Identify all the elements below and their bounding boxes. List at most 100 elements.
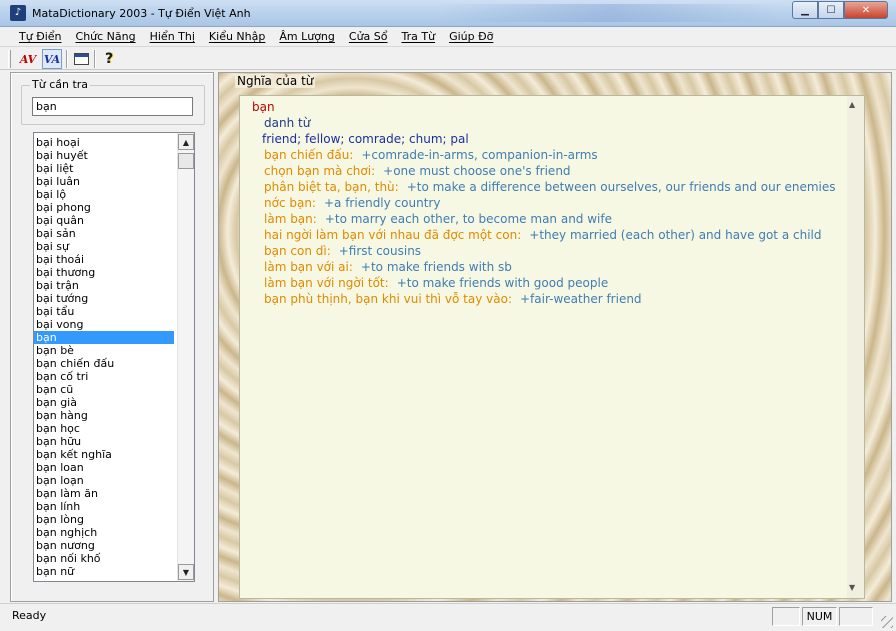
word-list-scrollbar[interactable]: ▲ ▼ [177,133,194,581]
list-item[interactable]: bại sản [34,227,174,240]
list-item[interactable]: bạn cũ [34,383,174,396]
list-item[interactable]: bạn già [34,396,174,409]
example-vietnamese: nớc bạn: [264,196,316,210]
list-item[interactable]: bạn học [34,422,174,435]
part-of-speech: danh từ [264,116,311,130]
list-item[interactable]: bại huyết [34,149,174,162]
minimize-button[interactable]: ▁ [792,1,818,19]
list-item[interactable]: bại phong [34,201,174,214]
viet-anh-button[interactable]: VA [42,49,62,69]
list-item[interactable]: bại sự [34,240,174,253]
arrow-up-icon[interactable]: ▲ [849,100,855,109]
list-item[interactable]: bại tướng [34,292,174,305]
list-item[interactable]: bại thoái [34,253,174,266]
example-english: +to make friends with sb [360,260,512,274]
menu-tra-tu[interactable]: Tra Từ [395,30,443,43]
scroll-down-button[interactable]: ▼ [178,564,194,580]
title-bar[interactable]: ♪ MataDictionary 2003 - Tự Điển Việt Anh… [0,0,896,27]
search-legend: Từ cần tra [30,78,91,91]
list-item[interactable]: bại luân [34,175,174,188]
example-english: +fair-weather friend [520,292,642,306]
resize-grip[interactable] [881,616,893,628]
list-item[interactable]: bại lộ [34,188,174,201]
list-item[interactable]: bạn lòng [34,513,174,526]
menu-hien-thi[interactable]: Hiển Thị [143,30,202,43]
toolbar: AV VA ? [0,46,896,70]
list-item[interactable]: bạn hữu [34,435,174,448]
list-item[interactable]: bại hoại [34,136,174,149]
app-icon[interactable]: ♪ [10,5,26,21]
list-item[interactable]: bạn cố tri [34,370,174,383]
list-item[interactable]: bạn hàng [34,409,174,422]
lookup-panel: Từ cần tra bại hoạibại huyếtbại liệtbại … [10,72,214,602]
list-item[interactable]: bại quân [34,214,174,227]
headword: bạn [252,100,275,114]
example-vietnamese: làm bạn: [264,212,317,226]
list-item[interactable]: bại thương [34,266,174,279]
status-bar: Ready NUM [0,603,896,631]
toolbar-separator [66,50,68,68]
list-item[interactable]: bạn [34,331,174,344]
arrow-down-icon[interactable]: ▼ [849,583,855,592]
num-lock-indicator: NUM [802,607,837,626]
status-pane [772,607,800,626]
menu-cua-so[interactable]: Cửa Sổ [342,30,395,43]
list-item[interactable]: bạn nghịch [34,526,174,539]
example-list: bạn chiến đấu: +comrade-in-arms, companio… [252,147,842,307]
toolbar-separator [94,50,96,68]
meaning-content: bạn danh từ friend; fellow; comrade; chu… [252,99,842,307]
menu-tu-dien[interactable]: Tự Điển [12,30,69,43]
example-english: +to make a difference between ourselves,… [406,180,836,194]
title-glow [440,4,780,22]
list-item[interactable]: bại trận [34,279,174,292]
example-row: hai ngời làm bạn với nhau đã đợc một con… [252,227,842,243]
window-title: MataDictionary 2003 - Tự Điển Việt Anh [32,7,251,20]
list-item[interactable]: bạn chiến đấu [34,357,174,370]
meaning-scrollbar[interactable]: ▲ ▼ [847,96,864,598]
list-item[interactable]: bạn làm ăn [34,487,174,500]
meaning-panel: Nghĩa của từ bạn danh từ friend; fellow;… [218,72,892,602]
example-english: +to make friends with good people [396,276,609,290]
example-vietnamese: bạn con dì: [264,244,331,258]
meaning-view[interactable]: bạn danh từ friend; fellow; comrade; chu… [239,95,865,599]
list-item[interactable]: bạn nương [34,539,174,552]
list-item[interactable]: bạn nữ [34,565,174,578]
maximize-button[interactable]: ☐ [818,1,844,19]
example-vietnamese: bạn phù thịnh, bạn khi vui thì vỗ tay và… [264,292,512,306]
help-button[interactable]: ? [99,49,119,69]
word-list[interactable]: bại hoại bại huyết bại liệt bại luân bại lộ b… [33,132,195,582]
list-item[interactable]: bại vong [34,318,174,331]
example-english: +comrade-in-arms, companion-in-arms [361,148,598,162]
example-row: làm bạn: +to marry each other, to become … [252,211,842,227]
search-input[interactable] [32,97,193,116]
window-mode-button[interactable] [71,49,91,69]
menu-giup-do[interactable]: Giúp Đỡ [442,30,500,43]
example-english: +a friendly country [323,196,441,210]
list-item[interactable]: bạn lính [34,500,174,513]
scroll-up-button[interactable]: ▲ [178,134,194,150]
list-item[interactable]: bạn kết nghĩa [34,448,174,461]
arrow-up-icon: ▲ [182,137,190,147]
example-english: +one must choose one's friend [383,164,571,178]
example-row: bạn con dì: +first cousins [252,243,842,259]
anh-viet-button[interactable]: AV [18,49,38,69]
menu-am-luong[interactable]: Âm Lượng [272,30,342,43]
example-row: làm bạn với ai: +to make friends with sb [252,259,842,275]
example-row: phân biệt ta, bạn, thù: +to make a differ… [252,179,842,195]
example-row: làm bạn với ngời tốt: +to make friends wi… [252,275,842,291]
minimize-icon: ▁ [801,4,809,16]
status-text: Ready [12,609,47,622]
menu-bar: Tự Điển Chức Năng Hiển Thị Kiểu Nhập Âm … [0,27,896,46]
toolbar-grip[interactable] [8,50,11,68]
list-item[interactable]: bạn loan [34,461,174,474]
list-item[interactable]: bại liệt [34,162,174,175]
list-item[interactable]: bạn nối khố [34,552,174,565]
menu-chuc-nang[interactable]: Chức Năng [69,30,143,43]
list-item[interactable]: bạn bè [34,344,174,357]
scroll-thumb[interactable] [178,153,194,169]
menu-kieu-nhap[interactable]: Kiểu Nhập [202,30,272,43]
close-button[interactable]: ✕ [844,1,888,19]
example-english: +they married (each other) and have got … [529,228,822,242]
list-item[interactable]: bại tẩu [34,305,174,318]
list-item[interactable]: bạn loạn [34,474,174,487]
